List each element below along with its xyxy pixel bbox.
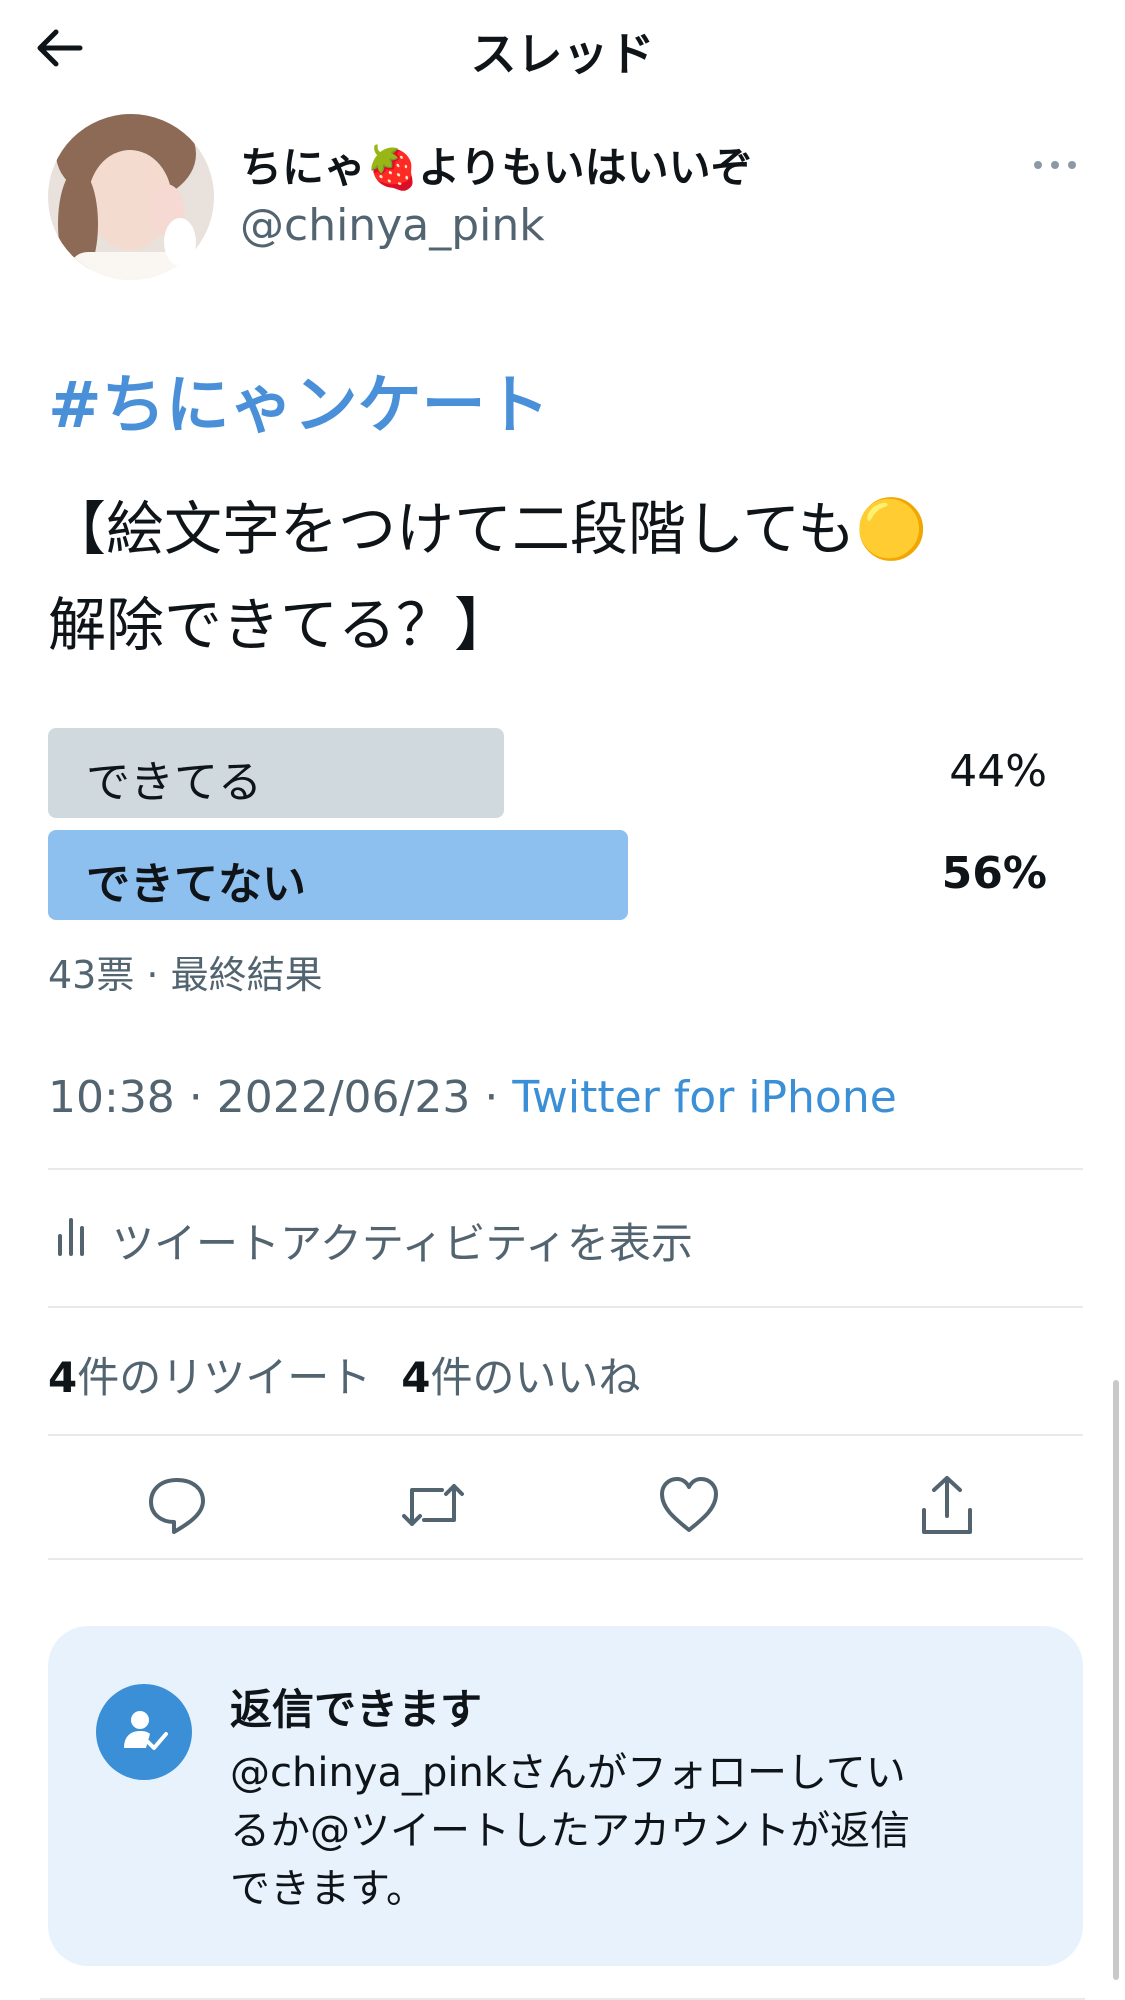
analytics-icon — [58, 1218, 84, 1256]
profile-photo — [48, 114, 214, 280]
retweet-count: 4 — [48, 1353, 78, 1402]
poll-option-label: できてる — [86, 757, 262, 808]
share-icon — [922, 1476, 972, 1534]
avatar[interactable] — [48, 114, 214, 280]
poll-summary: 43票 · 最終結果 — [48, 953, 323, 997]
tweet-meta: 10:38 · 2022/06/23 · Twitter for iPhone — [48, 1072, 897, 1123]
reply-button[interactable] — [142, 1470, 212, 1540]
page-title: スレッド — [470, 27, 655, 81]
like-count: 4 — [401, 1353, 431, 1402]
poll-option-percent: 44% — [949, 746, 1047, 797]
notice-text: るか@ツイートしたアカウントが返信 — [230, 1808, 910, 1854]
more-options-button[interactable] — [1030, 150, 1080, 180]
display-name[interactable]: ちにゃ🍓よりもいはいいぞ — [240, 134, 753, 195]
retweet-icon — [402, 1484, 464, 1526]
divider — [48, 1168, 1083, 1170]
reply-restriction-notice: 返信できます @chinya_pinkさんがフォローしてい るか@ツイートしたア… — [48, 1626, 1083, 1966]
share-button[interactable] — [912, 1470, 982, 1540]
like-count-label: 件のいいね — [430, 1353, 641, 1402]
retweet-count-label: 件のリツイート — [77, 1353, 372, 1402]
divider — [48, 1558, 1083, 1560]
divider — [48, 1306, 1083, 1308]
notice-text: @chinya_pinkさんがフォローしてい — [230, 1750, 906, 1796]
more-dots-icon — [1034, 161, 1076, 169]
timestamp: 10:38 · 2022/06/23 · — [48, 1072, 513, 1123]
top-bar: スレッド — [0, 0, 1125, 100]
tweet-activity-label: ツイートアクティビティを表示 — [112, 1219, 693, 1268]
tweet-activity-link[interactable]: ツイートアクティビティを表示 — [48, 1206, 808, 1268]
hashtag-link[interactable]: #ちにゃンケート — [48, 354, 550, 446]
like-button[interactable] — [654, 1470, 724, 1540]
user-handle[interactable]: @chinya_pink — [240, 200, 545, 251]
mentioned-user-icon — [96, 1684, 192, 1780]
notice-text: できます。 — [230, 1866, 426, 1912]
tweet-text-line: 【絵文字をつけて二段階しても🟡 — [48, 495, 928, 563]
retweets-stat[interactable]: 4件のリツイート — [48, 1353, 371, 1402]
source-link[interactable]: Twitter for iPhone — [512, 1072, 896, 1123]
likes-stat[interactable]: 4件のいいね — [401, 1353, 640, 1402]
poll-option-label: できてない — [86, 859, 306, 910]
retweet-button[interactable] — [398, 1470, 468, 1540]
notice-title: 返信できます — [230, 1685, 483, 1734]
tweet-text-line: 解除できてる？】 — [48, 591, 513, 659]
poll-option-percent: 56% — [941, 848, 1047, 899]
tweet-stats: 4件のリツイート 4件のいいね — [48, 1344, 671, 1405]
scrollbar[interactable] — [1113, 1380, 1119, 1980]
reply-icon — [149, 1478, 205, 1534]
like-icon — [660, 1477, 718, 1532]
divider — [48, 1434, 1083, 1436]
